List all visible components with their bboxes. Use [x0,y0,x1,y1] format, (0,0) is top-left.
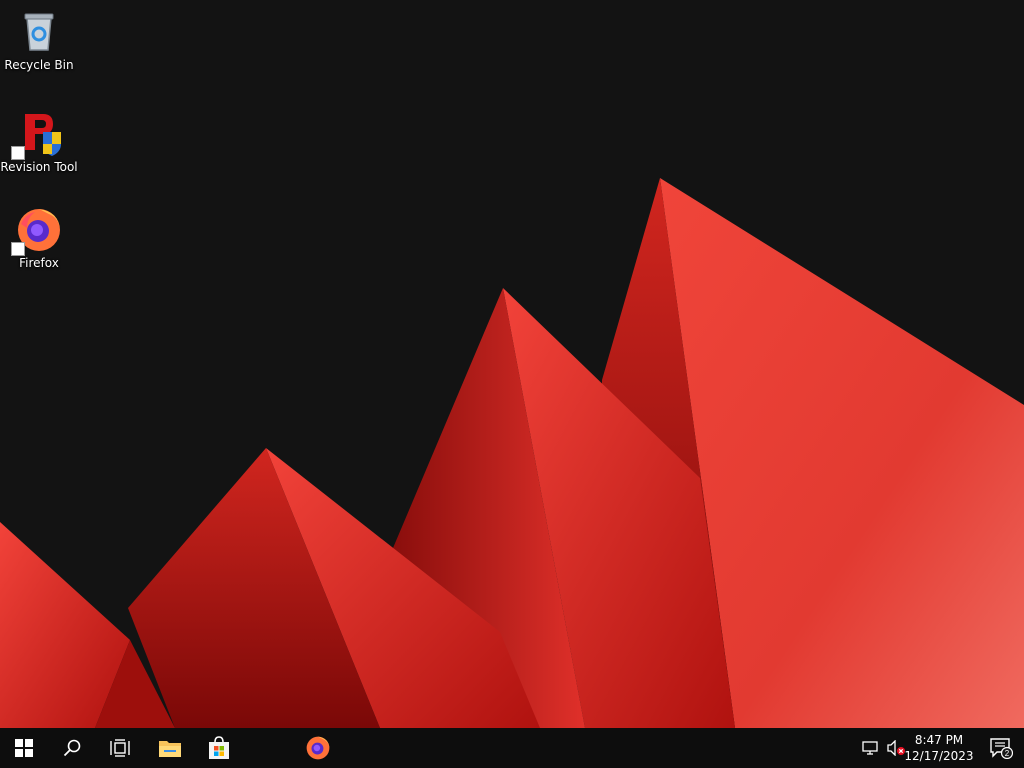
search-icon [63,739,81,757]
clock-date: 12/17/2023 [904,749,974,763]
task-view-icon [110,739,130,757]
network-disconnected-icon [862,741,878,755]
store-icon [209,736,229,759]
firefox-icon [11,206,63,256]
desktop[interactable]: Recycle Bin Revision Tool Firefox [0,0,1024,728]
desktop-icon-firefox[interactable]: Firefox [1,206,77,270]
windows-logo-icon [15,739,33,757]
clock[interactable]: 8:47 PM 12/17/2023 [904,728,974,768]
notification-icon: 2 [990,738,1013,759]
task-view-button[interactable] [96,728,144,768]
clock-time: 8:47 PM [914,733,964,747]
start-button[interactable] [0,728,48,768]
microsoft-store-button[interactable] [195,728,243,768]
volume-muted-icon [887,740,905,756]
desktop-icon-label: Revision Tool [0,160,78,174]
network-tray-button[interactable] [858,728,884,768]
firefox-icon [306,736,330,760]
desktop-icon-label: Recycle Bin [4,58,74,72]
desktop-icon-revision-tool[interactable]: Revision Tool [0,110,78,174]
desktop-icon-label: Firefox [19,256,59,270]
search-button[interactable] [48,728,96,768]
folder-icon [159,741,181,757]
firefox-taskbar-button[interactable] [294,728,342,768]
shortcut-arrow-icon [11,146,25,160]
desktop-icon-recycle-bin[interactable]: Recycle Bin [1,8,77,72]
notification-center-button[interactable]: 2 [978,728,1024,768]
taskbar: 8:47 PM 12/17/2023 2 [0,728,1024,768]
shortcut-arrow-icon [11,242,25,256]
revision-tool-icon [11,110,63,160]
file-explorer-button[interactable] [146,728,194,768]
recycle-bin-icon [15,8,63,56]
wallpaper [0,178,1024,728]
notification-count: 2 [1005,749,1010,758]
